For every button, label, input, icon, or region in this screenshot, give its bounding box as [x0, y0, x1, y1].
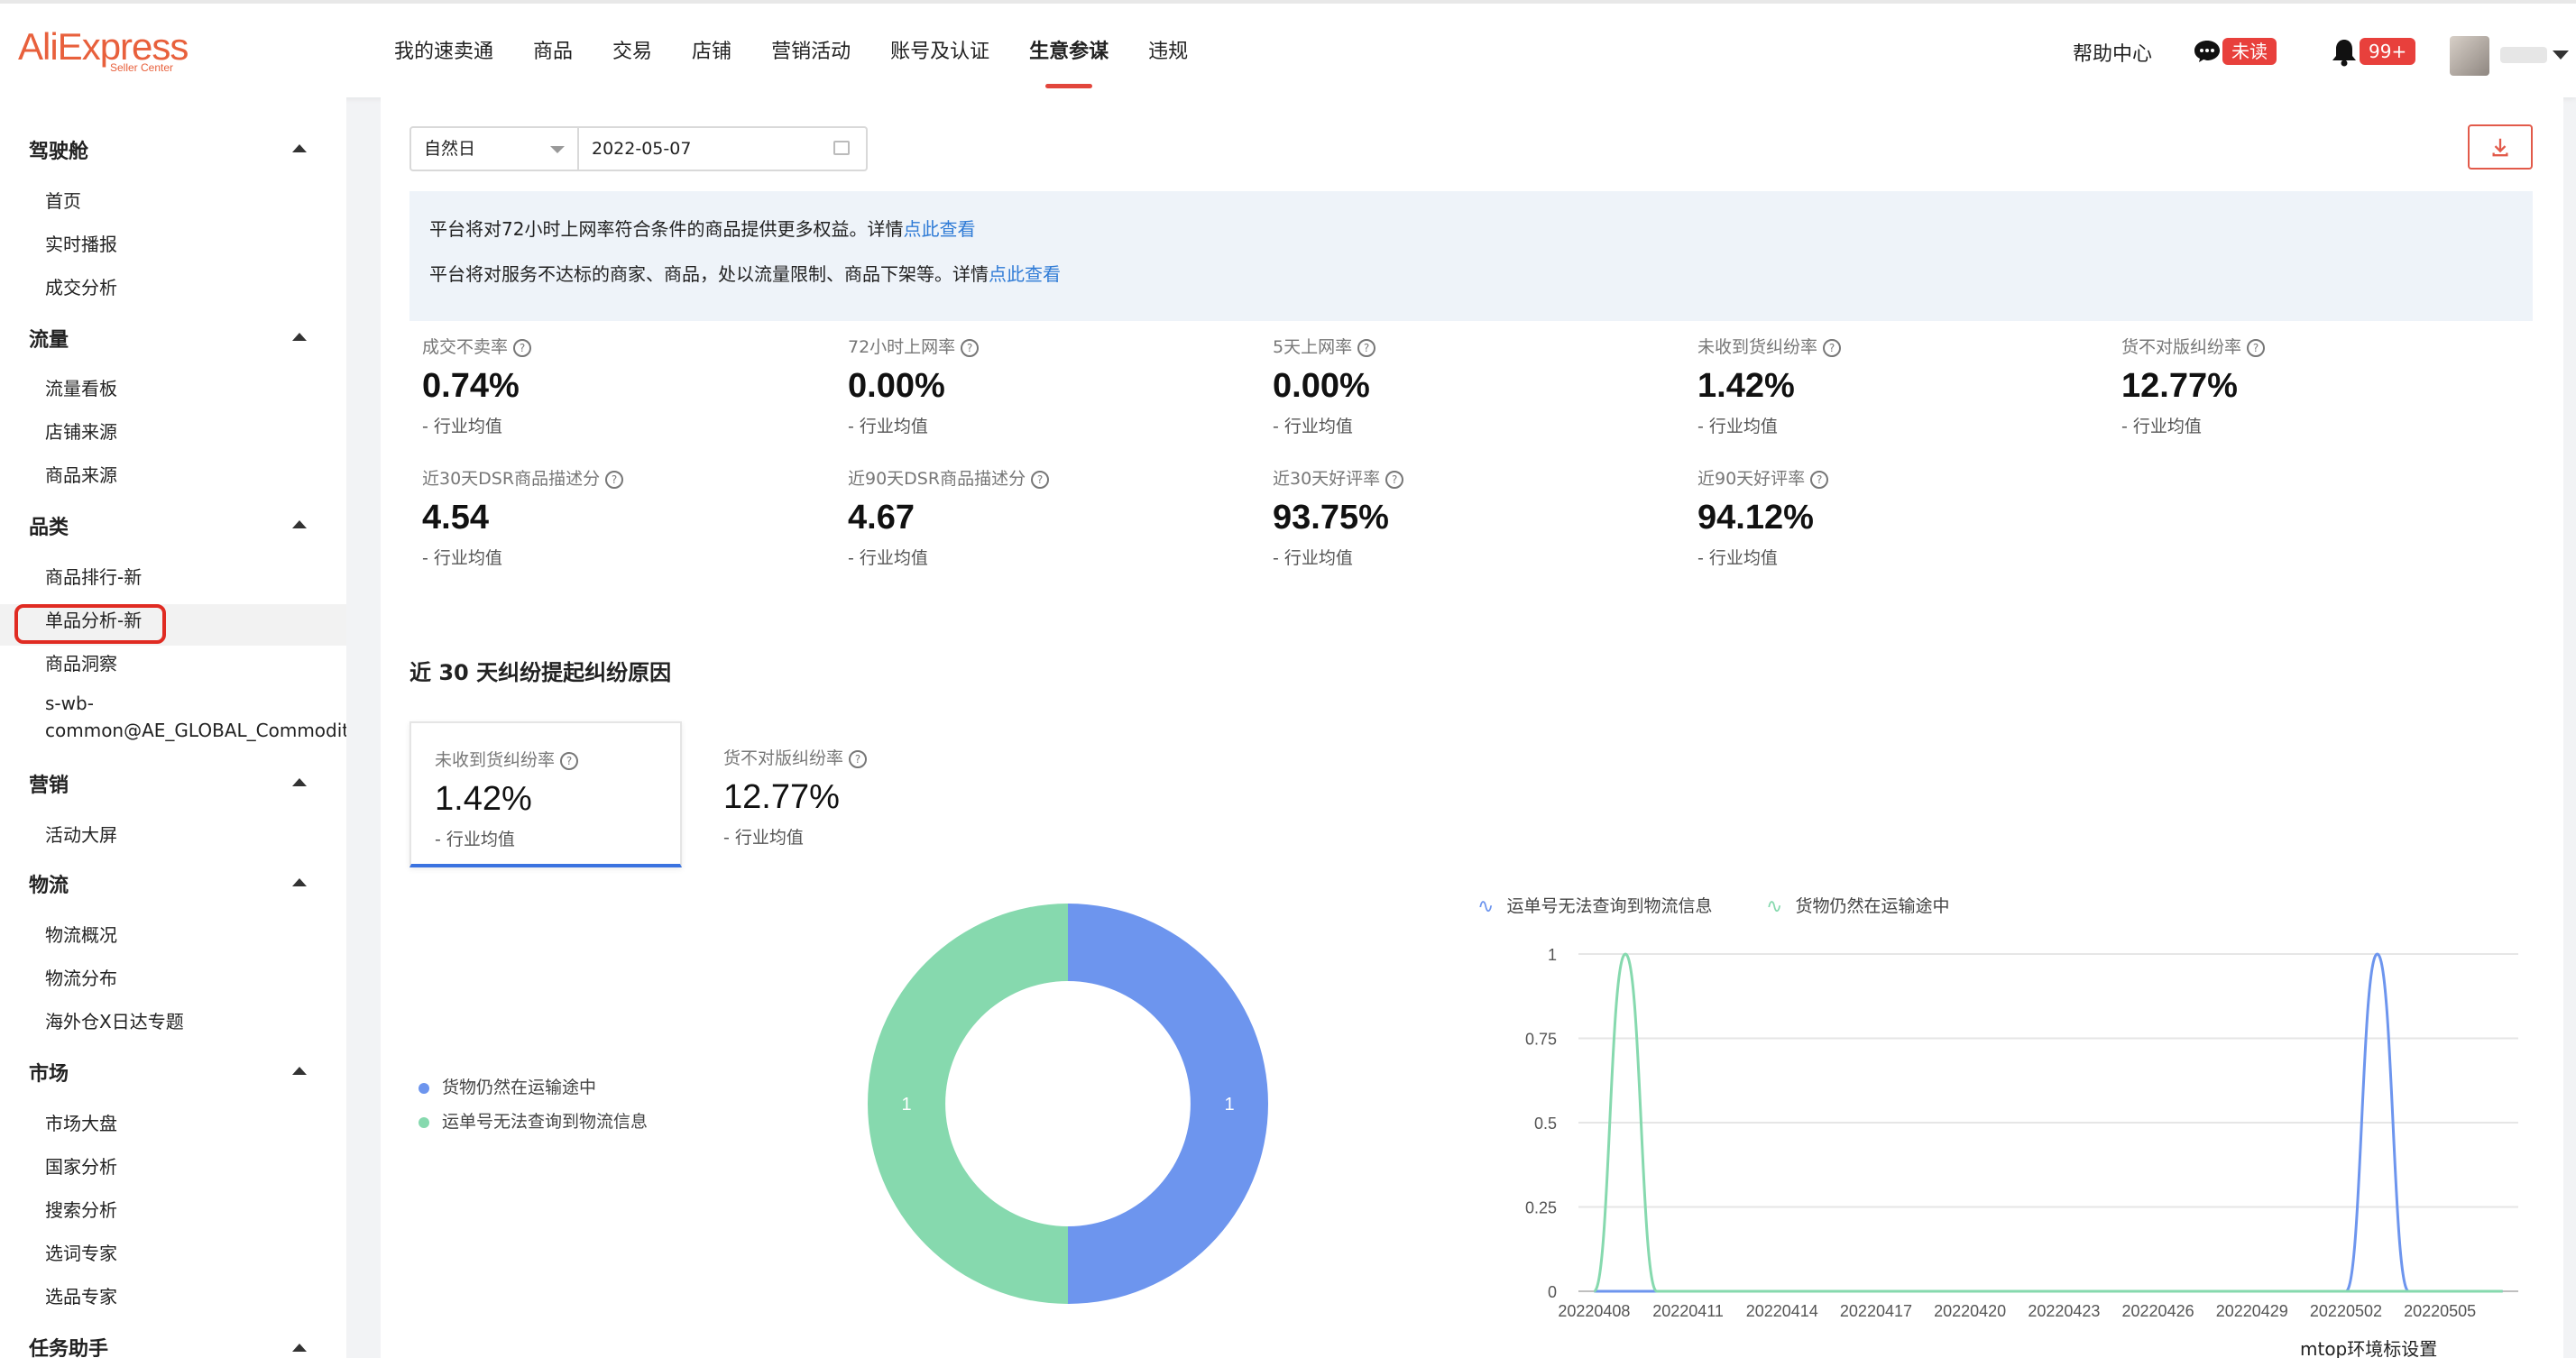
collapse-arrow-icon[interactable] — [292, 778, 307, 786]
collapse-arrow-icon[interactable] — [292, 1067, 307, 1075]
sidebar-item-overseas-warehouse[interactable]: 海外仓X日达专题 — [45, 1007, 184, 1033]
sidebar-item-commodity-1[interactable]: s-wb- — [45, 693, 94, 714]
message-icon[interactable] — [2194, 40, 2221, 63]
logo-text: AliExpress — [18, 25, 189, 68]
x-tick-label: 20220411 — [1652, 1302, 1724, 1320]
nav-business-advisor[interactable]: 生意参谋 — [1029, 4, 1109, 97]
sidebar-item-store-source[interactable]: 店铺来源 — [45, 417, 117, 444]
sidebar-group-market[interactable]: 市场 — [29, 1058, 69, 1087]
sidebar: 驾驶舱 首页 实时播报 成交分析 流量 流量看板 店铺来源 商品来源 品类 商品… — [0, 97, 346, 1358]
sidebar-item-home[interactable]: 首页 — [45, 187, 81, 213]
y-tick-label: 1 — [1548, 946, 1557, 964]
aliexpress-logo[interactable]: AliExpress Seller Center — [18, 25, 189, 75]
nav-account[interactable]: 账号及认证 — [890, 4, 989, 97]
y-tick-label: 0.75 — [1525, 1031, 1557, 1049]
account-name-blurred[interactable] — [2500, 47, 2547, 63]
sidebar-item-product-expert[interactable]: 选品专家 — [45, 1282, 117, 1308]
account-dropdown-icon[interactable] — [2553, 50, 2569, 60]
sidebar-item-keyword-expert[interactable]: 选词专家 — [45, 1239, 117, 1265]
collapse-arrow-icon[interactable] — [292, 1344, 307, 1352]
sidebar-item-product-ranking[interactable]: 商品排行-新 — [45, 563, 142, 589]
notification-badge: 99+ — [2360, 38, 2416, 65]
pie-slice — [1068, 904, 1268, 1304]
avatar[interactable] — [2450, 36, 2489, 76]
sidebar-item-logistics-overview[interactable]: 物流概况 — [45, 921, 117, 947]
sidebar-group-category[interactable]: 品类 — [29, 511, 69, 540]
sidebar-item-logistics-distribution[interactable]: 物流分布 — [45, 964, 117, 990]
sidebar-group-traffic[interactable]: 流量 — [29, 324, 69, 353]
collapse-arrow-icon[interactable] — [292, 878, 307, 886]
sidebar-group-task-assistant[interactable]: 任务助手 — [29, 1333, 108, 1358]
x-tick-label: 20220420 — [1934, 1302, 2006, 1320]
nav-products[interactable]: 商品 — [533, 4, 573, 97]
y-tick-label: 0 — [1548, 1283, 1557, 1301]
sidebar-item-commodity-2[interactable]: common@AE_GLOBAL_Commodity — [45, 720, 346, 741]
collapse-arrow-icon[interactable] — [292, 520, 307, 528]
x-tick-label: 20220408 — [1558, 1302, 1630, 1320]
top-bar: AliExpress Seller Center 我的速卖通 商品 交易 店铺 … — [0, 0, 2576, 97]
collapse-arrow-icon[interactable] — [292, 144, 307, 152]
sidebar-item-traffic-board[interactable]: 流量看板 — [45, 374, 117, 400]
help-center-link[interactable]: 帮助中心 — [2073, 38, 2152, 67]
logo-subtitle: Seller Center — [110, 61, 174, 74]
sidebar-item-product-insight[interactable]: 商品洞察 — [45, 649, 117, 675]
pie-slice-label: 1 — [901, 1095, 911, 1115]
nav-violations[interactable]: 违规 — [1148, 4, 1188, 97]
sidebar-item-market-overview[interactable]: 市场大盘 — [45, 1109, 117, 1135]
x-tick-label: 20220505 — [2404, 1302, 2476, 1320]
x-tick-label: 20220502 — [2310, 1302, 2382, 1320]
main-content: 自然日 2022-05-07 平台将对72小时上网率符合条件的商品提供更多权益。… — [381, 97, 2563, 1358]
sidebar-item-campaign-screen[interactable]: 活动大屏 — [45, 821, 117, 847]
y-tick-label: 0.25 — [1525, 1199, 1557, 1217]
bell-icon[interactable] — [2331, 38, 2358, 67]
x-tick-label: 20220426 — [2122, 1302, 2194, 1320]
highlight-box — [14, 604, 166, 644]
nav-store[interactable]: 店铺 — [692, 4, 731, 97]
pie-slice — [868, 904, 1068, 1304]
collapse-arrow-icon[interactable] — [292, 333, 307, 341]
sidebar-group-logistics[interactable]: 物流 — [29, 869, 69, 898]
sidebar-item-deal-analysis[interactable]: 成交分析 — [45, 273, 117, 299]
x-tick-label: 20220417 — [1840, 1302, 1912, 1320]
sidebar-group-marketing[interactable]: 营销 — [29, 769, 69, 798]
nav-my-aliexpress[interactable]: 我的速卖通 — [394, 4, 493, 97]
pie-slice-label: 1 — [1224, 1095, 1234, 1115]
y-tick-label: 0.5 — [1534, 1115, 1557, 1133]
sidebar-item-product-source[interactable]: 商品来源 — [45, 461, 117, 487]
chart-canvas: 1 1 0 0.25 0.5 0.75 1 20220408 20220411 20220414 2… — [868, 904, 2518, 1320]
sidebar-item-country-analysis[interactable]: 国家分析 — [45, 1152, 117, 1179]
nav-marketing[interactable]: 营销活动 — [771, 4, 851, 97]
main-nav: 我的速卖通 商品 交易 店铺 营销活动 账号及认证 生意参谋 违规 — [394, 4, 1228, 97]
sidebar-group-cockpit[interactable]: 驾驶舱 — [29, 135, 88, 164]
nav-trade[interactable]: 交易 — [612, 4, 652, 97]
sidebar-item-realtime[interactable]: 实时播报 — [45, 230, 117, 256]
unread-badge: 未读 — [2222, 38, 2277, 65]
sidebar-item-search-analysis[interactable]: 搜索分析 — [45, 1196, 117, 1222]
x-tick-label: 20220423 — [2028, 1302, 2100, 1320]
x-tick-label: 20220414 — [1746, 1302, 1818, 1320]
x-tick-label: 20220429 — [2216, 1302, 2288, 1320]
env-setting-link[interactable]: mtop环境标设置 — [2300, 1335, 2437, 1358]
